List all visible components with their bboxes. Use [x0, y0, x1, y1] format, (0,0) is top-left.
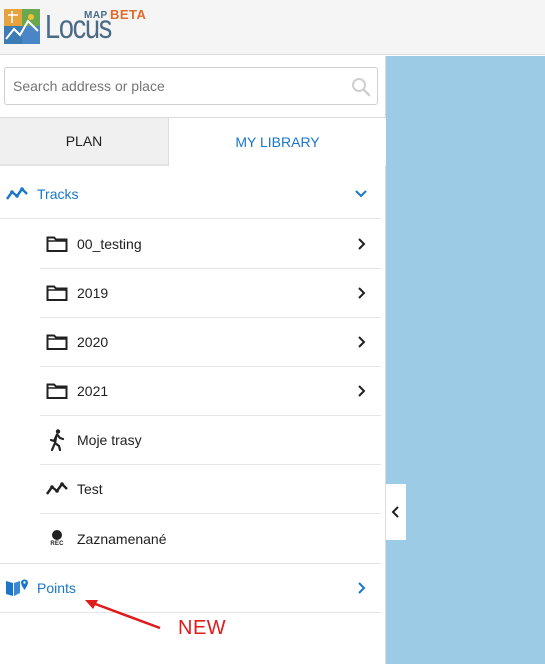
- folder-icon: [45, 379, 69, 403]
- folder-label: 2020: [77, 334, 109, 350]
- folder-label: 00_testing: [77, 236, 142, 252]
- logo-map-label: MAP: [84, 10, 108, 21]
- tab-plan[interactable]: PLAN: [0, 118, 168, 166]
- track-line-icon: [5, 182, 29, 206]
- walking-person-icon: [45, 428, 69, 452]
- annotation-arrow-icon: [85, 600, 161, 630]
- folder-item-2021[interactable]: 2021: [40, 367, 381, 416]
- points-group-header[interactable]: Points: [0, 564, 381, 613]
- chevron-left-icon: [391, 506, 399, 518]
- record-icon: REC: [45, 527, 69, 551]
- chevron-right-icon[interactable]: [353, 383, 369, 399]
- folder-item-2019[interactable]: 2019: [40, 269, 381, 318]
- chevron-right-icon[interactable]: [353, 236, 369, 252]
- points-label: Points: [37, 580, 76, 596]
- folder-item-00-testing[interactable]: 00_testing: [40, 220, 381, 269]
- tracks-group-header[interactable]: Tracks: [0, 170, 381, 219]
- search-input[interactable]: [13, 68, 343, 104]
- folder-icon: [45, 281, 69, 305]
- collapse-panel-button[interactable]: [386, 484, 406, 540]
- chevron-right-icon[interactable]: [353, 580, 369, 596]
- folder-label: 2019: [77, 285, 109, 301]
- annotation-new-label: NEW: [178, 617, 227, 639]
- chevron-right-icon[interactable]: [353, 334, 369, 350]
- tab-my-library[interactable]: MY LIBRARY: [168, 118, 386, 166]
- locus-logo-icon[interactable]: [4, 9, 40, 44]
- track-item-zaznamenane[interactable]: REC Zaznamenané: [40, 514, 381, 563]
- tracks-label: Tracks: [37, 186, 79, 202]
- map-canvas[interactable]: [386, 56, 545, 664]
- folder-label: 2021: [77, 383, 109, 399]
- track-item-moje-trasy[interactable]: Moje trasy: [40, 416, 381, 465]
- search-icon[interactable]: [351, 77, 371, 97]
- track-label: Zaznamenané: [77, 530, 167, 547]
- track-line-icon: [45, 477, 69, 501]
- search-box: [4, 67, 378, 105]
- folder-item-2020[interactable]: 2020: [40, 318, 381, 367]
- chevron-right-icon[interactable]: [353, 285, 369, 301]
- tab-bar: PLAN MY LIBRARY: [0, 117, 386, 166]
- map-points-icon: [5, 576, 29, 600]
- beta-badge: BETA: [110, 7, 147, 22]
- track-label: Moje trasy: [77, 432, 142, 448]
- folder-icon: [45, 330, 69, 354]
- track-label: Test: [77, 481, 103, 497]
- rec-badge: REC: [50, 541, 64, 547]
- folder-icon: [45, 232, 69, 256]
- app-header: Locus MAP BETA: [0, 0, 545, 55]
- track-item-test[interactable]: Test: [40, 465, 381, 514]
- chevron-down-icon[interactable]: [353, 186, 369, 202]
